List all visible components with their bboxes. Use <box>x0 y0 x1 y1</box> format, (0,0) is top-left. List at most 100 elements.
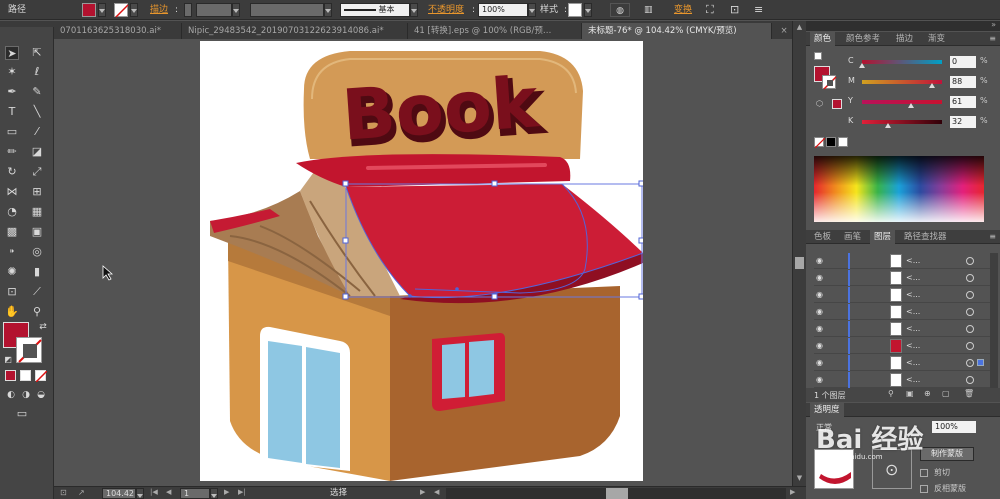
layer-name[interactable]: <... <box>906 307 920 316</box>
prev-artboard-icon[interactable]: ◀ <box>166 488 171 499</box>
out-of-gamut-icon[interactable]: ⬡ <box>816 99 823 108</box>
artboard-tool-icon[interactable]: ⊡ <box>5 285 19 299</box>
swap-colors-icon[interactable]: ⇄ <box>36 320 50 334</box>
edit-group-icon[interactable]: ⊡ <box>730 3 739 17</box>
gradient-tool-icon[interactable]: ▣ <box>30 225 44 239</box>
visibility-eye-icon[interactable]: ◉ <box>816 290 826 300</box>
perspective-grid-tool-icon[interactable]: ▦ <box>30 205 44 219</box>
recolor-icon[interactable]: ◍ <box>610 3 630 17</box>
close-tab-icon[interactable]: × <box>776 23 792 39</box>
shape-builder-tool-icon[interactable]: ◔ <box>5 205 19 219</box>
opacity-dropdown[interactable] <box>528 3 536 17</box>
link-icon[interactable]: ⊙ <box>885 460 898 479</box>
cyan-value-field[interactable]: 0 <box>950 56 976 68</box>
layers-scrollbar[interactable] <box>990 253 998 389</box>
slider-knob[interactable] <box>907 103 914 108</box>
layer-name[interactable]: <... <box>906 256 920 265</box>
export-icon[interactable]: ↗ <box>78 488 90 499</box>
panel-stroke-swatch[interactable] <box>822 75 837 90</box>
last-artboard-icon[interactable]: ▶| <box>238 488 246 499</box>
blend-tool-icon[interactable]: ◎ <box>30 245 44 259</box>
visibility-eye-icon[interactable]: ◉ <box>816 273 826 283</box>
slider-knob[interactable] <box>929 83 936 88</box>
layer-name[interactable]: <... <box>906 375 920 384</box>
free-transform-tool-icon[interactable]: ⊞ <box>30 185 44 199</box>
line-tool-icon[interactable]: ╲ <box>30 105 44 119</box>
handle-middle-right[interactable] <box>638 237 643 244</box>
target-circle-icon[interactable] <box>966 308 974 316</box>
eraser-tool-icon[interactable]: ◪ <box>30 145 44 159</box>
stroke-weight-field[interactable] <box>196 3 232 17</box>
zoom-tool-icon[interactable]: ⚲ <box>30 305 44 319</box>
layer-row[interactable]: ◉ <... <box>814 304 990 320</box>
layer-row[interactable]: ◉ <... <box>814 321 990 337</box>
pencil-tool-icon[interactable]: ✏ <box>5 145 19 159</box>
width-tool-icon[interactable]: ⋈ <box>5 185 19 199</box>
yellow-value-field[interactable]: 61 <box>950 96 976 108</box>
align-icon[interactable]: ▥ <box>644 3 653 17</box>
clipping-mask-icon[interactable]: ▣ <box>906 389 914 398</box>
slider-track[interactable] <box>862 100 942 104</box>
invert-mask-checkbox[interactable] <box>920 485 928 493</box>
column-graph-tool-icon[interactable]: ▮ <box>30 265 44 279</box>
paintbrush-tool-icon[interactable]: ⁄ <box>30 125 44 139</box>
selection-indicator[interactable] <box>977 359 984 366</box>
transform-label[interactable]: 变换 <box>674 3 692 17</box>
none-swatch[interactable] <box>814 137 826 149</box>
panel-dock-bar[interactable]: » <box>806 20 1000 31</box>
zoom-dropdown[interactable] <box>136 488 144 499</box>
magenta-value-field[interactable]: 88 <box>950 76 976 88</box>
style-swatch[interactable] <box>568 3 582 17</box>
white-swatch[interactable] <box>838 137 848 147</box>
brush-dropdown[interactable] <box>410 3 418 17</box>
collapse-panels-icon[interactable]: » <box>991 20 996 29</box>
tab-gradient[interactable]: 渐变 <box>924 32 949 46</box>
rectangle-tool-icon[interactable]: ▭ <box>5 125 19 139</box>
eyedropper-tool-icon[interactable]: ⁍ <box>5 245 19 259</box>
lasso-tool-icon[interactable]: ℓ <box>30 65 44 79</box>
target-circle-icon[interactable] <box>966 342 974 350</box>
layer-name[interactable]: <... <box>906 358 920 367</box>
toolbar-grip[interactable] <box>0 21 54 27</box>
layer-row[interactable]: ◉ <... <box>814 287 990 303</box>
draw-normal-icon[interactable]: ◐ <box>4 388 18 402</box>
scale-tool-icon[interactable]: ⤢ <box>30 165 44 179</box>
target-circle-icon[interactable] <box>966 291 974 299</box>
tab-color[interactable]: 颜色 <box>810 32 836 46</box>
tab-document-3[interactable]: 41 [转换].eps @ 100% (RGB/预… <box>408 23 582 39</box>
layer-row[interactable]: ◉ <... <box>814 338 990 354</box>
hand-tool-icon[interactable]: ✋ <box>5 305 19 319</box>
layer-row-selected[interactable]: ◉ <... <box>814 355 990 371</box>
gradient-mode-icon[interactable] <box>20 370 31 381</box>
handle-bottom-right[interactable] <box>638 293 643 300</box>
handle-top-right[interactable] <box>638 180 643 187</box>
stroke-color-box[interactable] <box>16 337 42 363</box>
fill-dropdown[interactable] <box>98 3 106 17</box>
color-panel-menu-icon[interactable]: ≡ <box>989 34 996 43</box>
visibility-eye-icon[interactable]: ◉ <box>816 307 826 317</box>
rotate-tool-icon[interactable]: ↻ <box>5 165 19 179</box>
handle-top-left[interactable] <box>342 180 349 187</box>
handle-middle-left[interactable] <box>342 237 349 244</box>
black-value-field[interactable]: 32 <box>950 116 976 128</box>
slider-track[interactable] <box>862 120 942 124</box>
book-spine[interactable] <box>296 154 571 187</box>
variable-width-profile[interactable] <box>250 3 324 17</box>
locate-object-icon[interactable]: ⚲ <box>888 389 894 398</box>
panel-menu-icon[interactable]: ≡ <box>754 3 763 17</box>
new-sublayer-icon[interactable]: ⊕ <box>924 389 931 398</box>
layer-name[interactable]: <... <box>906 273 920 282</box>
visibility-eye-icon[interactable]: ◉ <box>816 341 826 351</box>
slider-knob[interactable] <box>884 123 891 128</box>
make-mask-button[interactable]: 制作蒙版 <box>920 447 974 461</box>
layer-name[interactable]: <... <box>906 290 920 299</box>
layer-row[interactable]: ◉ <... <box>814 253 990 269</box>
tab-layers[interactable]: 图层 <box>870 230 896 244</box>
canvas-area[interactable]: Book Book <box>54 39 792 486</box>
tab-brushes[interactable]: 画笔 <box>840 230 865 244</box>
tab-transparency[interactable]: 透明度 <box>810 403 844 417</box>
isolate-icon[interactable]: ⛶ <box>706 3 714 17</box>
anchor-point[interactable] <box>455 287 459 291</box>
visibility-eye-icon[interactable]: ◉ <box>816 324 826 334</box>
color-spectrum[interactable] <box>814 156 984 222</box>
